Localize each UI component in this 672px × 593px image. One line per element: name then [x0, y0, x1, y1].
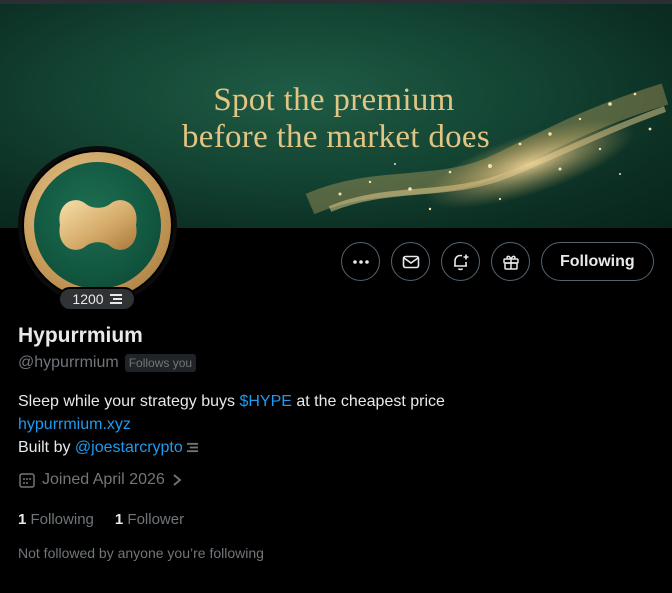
bio-text-end: at the cheapest price	[291, 393, 445, 410]
avatar-inner	[34, 162, 161, 289]
chevron-right-icon[interactable]	[171, 473, 183, 487]
followers-stat[interactable]: 1 Follower	[115, 511, 184, 528]
bio-line: Sleep while your strategy buys $HYPE at …	[18, 390, 445, 413]
website-link[interactable]: hypurrmium.xyz	[18, 416, 131, 433]
envelope-icon	[402, 255, 419, 268]
calendar-icon	[19, 473, 35, 488]
profile-bio: Sleep while your strategy buys $HYPE at …	[18, 390, 445, 459]
handle-row: @hypurrmium Follows you	[18, 354, 197, 372]
list-stack-icon	[187, 443, 199, 453]
more-button[interactable]	[341, 242, 380, 281]
profile-actions: Following	[341, 242, 654, 281]
follows-you-badge: Follows you	[124, 354, 197, 372]
following-label: Following	[30, 511, 94, 528]
gold-sparkle-art	[305, 83, 669, 215]
following-button[interactable]: Following	[541, 242, 654, 281]
message-button[interactable]	[391, 242, 430, 281]
built-by-line: Built by @joestarcrypto	[18, 436, 445, 459]
follow-stats: 1 Following 1 Follower	[18, 511, 184, 528]
joined-date: Joined April 2026	[42, 471, 165, 488]
cashtag-link[interactable]: $HYPE	[239, 393, 291, 410]
following-stat[interactable]: 1 Following	[18, 511, 94, 528]
bell-plus-icon	[453, 254, 468, 270]
gift-button[interactable]	[491, 242, 530, 281]
follower-badge[interactable]: 1200	[58, 287, 136, 311]
gift-icon	[502, 255, 519, 270]
followers-count: 1	[114, 511, 124, 528]
following-count: 1	[18, 511, 27, 528]
bio-text: Sleep while your strategy buys	[18, 393, 240, 410]
more-icon	[352, 259, 369, 264]
hyperliquid-logo-icon	[59, 200, 137, 250]
followers-label: Follower	[127, 511, 185, 528]
mutuals-note: Not followed by anyone you’re following	[18, 545, 264, 561]
joined-row: Joined April 2026	[18, 471, 183, 489]
avatar[interactable]	[24, 152, 171, 299]
notify-button[interactable]	[441, 242, 480, 281]
built-by-mention[interactable]: @joestarcrypto	[75, 439, 183, 456]
badge-count: 1200	[72, 291, 104, 307]
list-stack-icon	[109, 294, 122, 304]
profile-handle: @hypurrmium	[18, 354, 119, 371]
profile-name: Hypurrmium	[18, 324, 143, 347]
built-by-label: Built by	[18, 439, 75, 456]
